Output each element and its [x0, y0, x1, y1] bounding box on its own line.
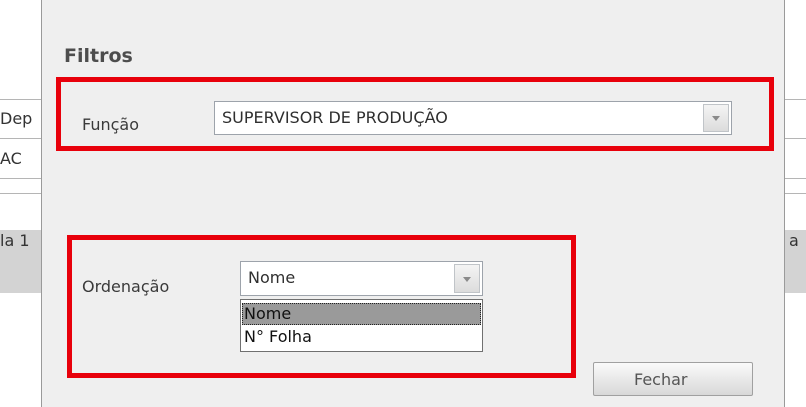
highlight-box-ordenacao — [67, 235, 576, 378]
highlight-box-funcao — [56, 77, 774, 151]
dialog-title: Filtros — [64, 45, 133, 67]
background-text: AC — [0, 149, 22, 168]
background-text: a — [789, 231, 799, 250]
background-text: la 1 — [0, 231, 30, 250]
background-text: Dep — [0, 109, 33, 128]
close-button[interactable]: Fechar — [593, 362, 753, 396]
